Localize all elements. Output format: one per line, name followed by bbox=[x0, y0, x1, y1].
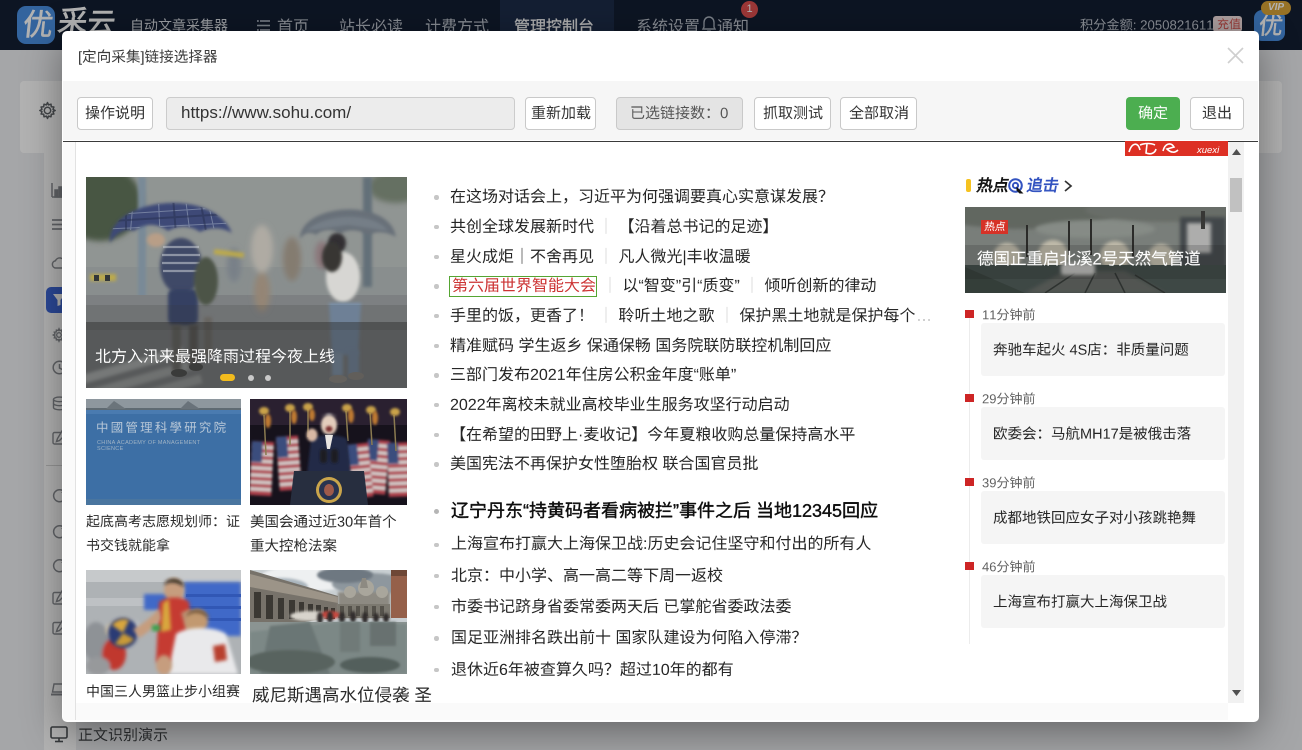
svg-text:xuexi: xuexi bbox=[1196, 145, 1220, 156]
